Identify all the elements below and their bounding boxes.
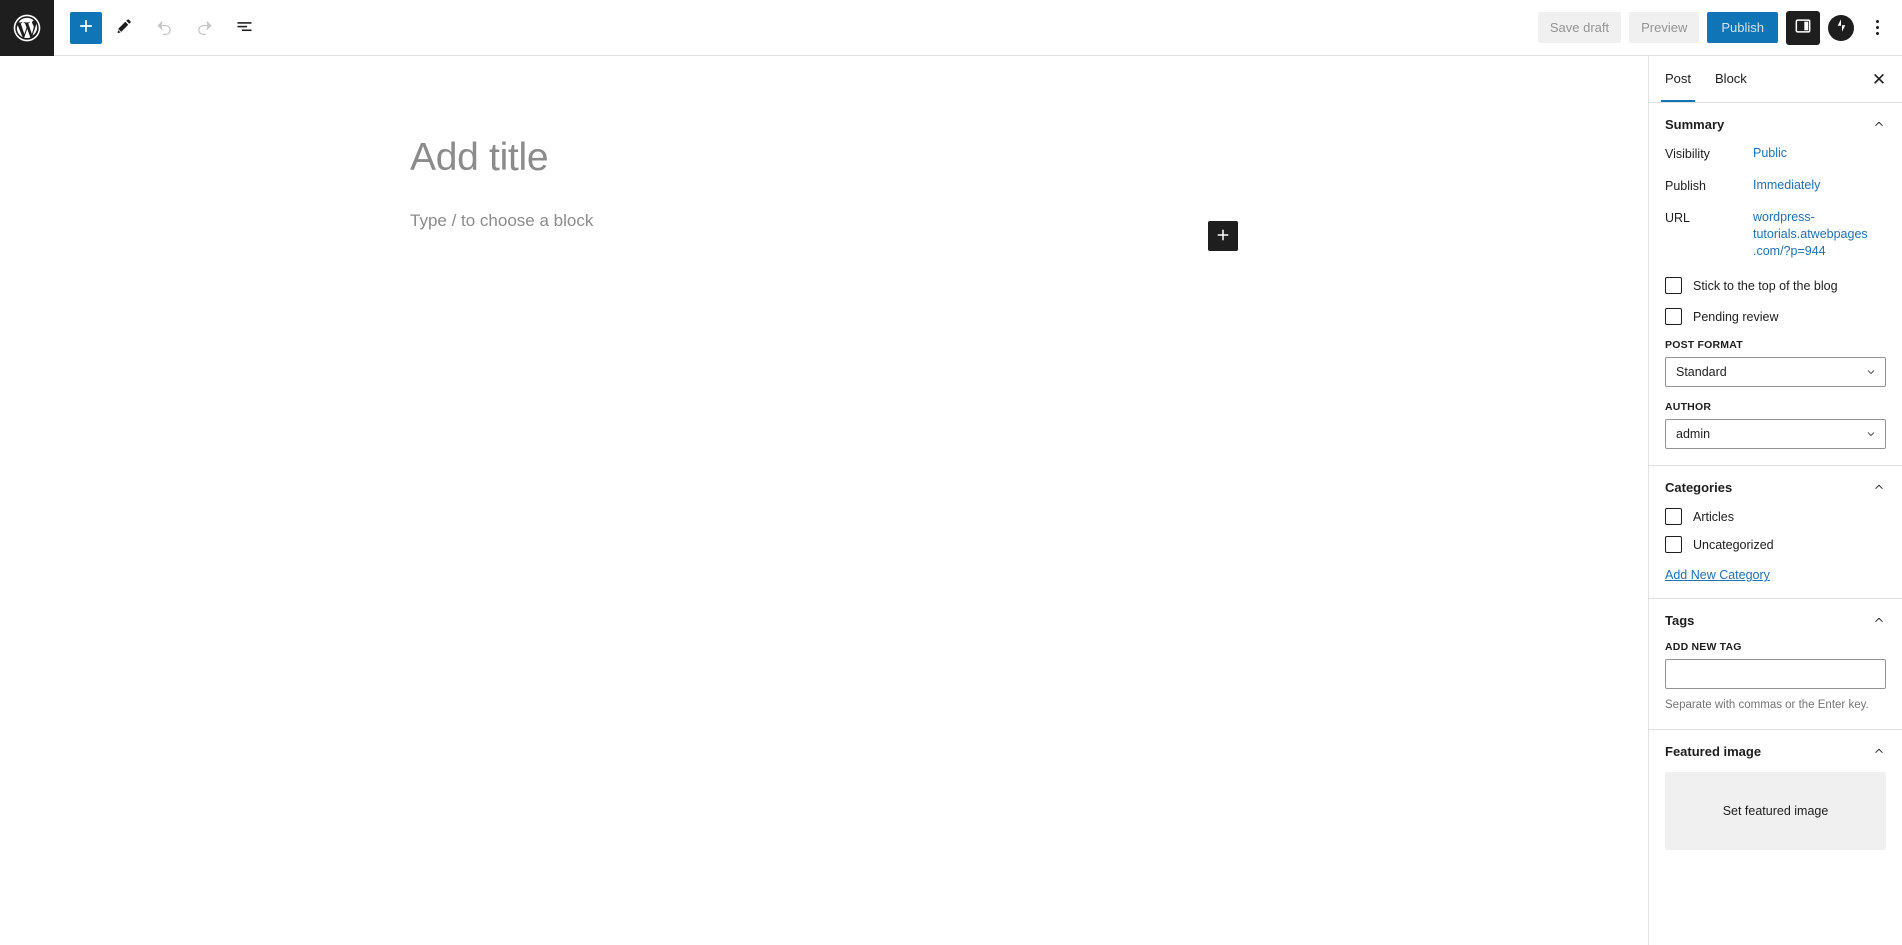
url-label: URL — [1665, 210, 1691, 225]
add-new-category-link[interactable]: Add New Category — [1665, 568, 1770, 582]
wordpress-block-editor: Save draft Preview Publish Add title Typ… — [0, 0, 1902, 945]
categories-panel-title: Categories — [1665, 479, 1733, 495]
tags-help-text: Separate with commas or the Enter key. — [1665, 699, 1869, 712]
summary-row-publish: Publish Immediately — [1665, 177, 1886, 195]
more-options-button[interactable] — [1862, 11, 1892, 45]
tags-panel-title: Tags — [1665, 612, 1695, 628]
category-row-articles: Articles — [1665, 508, 1886, 526]
tab-block[interactable]: Block — [1703, 56, 1759, 102]
tags-panel-header[interactable]: Tags — [1665, 599, 1886, 641]
avatar[interactable] — [1828, 14, 1854, 41]
pencil-icon — [114, 16, 135, 40]
category-checkbox-uncategorized[interactable] — [1665, 536, 1682, 554]
visibility-value-button[interactable]: Public — [1753, 145, 1787, 162]
categories-panel: Categories Articles Uncategorized Add Ne… — [1649, 466, 1902, 600]
add-block-button[interactable] — [70, 11, 102, 44]
settings-sidebar: Post Block ✕ Summary Visibility Public P… — [1648, 56, 1902, 945]
pending-review-row: Pending review — [1665, 308, 1886, 326]
header-right-toolbar: Save draft Preview Publish — [1537, 10, 1902, 45]
post-format-select[interactable]: Standard — [1665, 357, 1886, 388]
add-new-tag-input[interactable] — [1665, 659, 1886, 690]
chevron-up-icon — [1872, 480, 1886, 494]
sticky-post-row: Stick to the top of the blog — [1665, 277, 1886, 295]
close-icon: ✕ — [1871, 69, 1887, 89]
post-format-value: Standard — [1676, 365, 1727, 380]
chevron-up-icon — [1872, 117, 1886, 131]
sidebar-panel-icon — [1793, 16, 1813, 39]
edit-tools-button[interactable] — [106, 10, 142, 46]
sticky-post-label[interactable]: Stick to the top of the blog — [1693, 279, 1838, 293]
editor-canvas[interactable]: Add title Type / to choose a block — [0, 56, 1648, 945]
tags-panel: Tags ADD NEW TAG Separate with commas or… — [1649, 599, 1902, 731]
post-format-label: POST FORMAT — [1665, 339, 1743, 352]
chevron-down-icon — [1865, 428, 1877, 440]
jetpack-logo-icon — [1833, 17, 1850, 39]
author-select[interactable]: admin — [1665, 419, 1886, 450]
visibility-label: Visibility — [1665, 147, 1710, 161]
preview-button[interactable]: Preview — [1629, 12, 1700, 43]
publish-value-button[interactable]: Immediately — [1753, 177, 1820, 194]
wordpress-logo-button[interactable] — [0, 0, 54, 56]
undo-arrow-icon — [154, 16, 175, 40]
pending-review-checkbox[interactable] — [1665, 308, 1682, 326]
summary-row-visibility: Visibility Public — [1665, 145, 1886, 163]
url-value-button[interactable]: wordpress-tutorials.atwebpages.com/?p=94… — [1753, 209, 1871, 260]
category-row-uncategorized: Uncategorized — [1665, 536, 1886, 554]
chevron-down-icon — [1865, 366, 1877, 378]
author-label: AUTHOR — [1665, 401, 1712, 414]
chevron-up-icon — [1872, 744, 1886, 758]
author-value: admin — [1676, 427, 1711, 442]
summary-panel-header[interactable]: Summary — [1665, 103, 1886, 145]
publish-button[interactable]: Publish — [1707, 12, 1778, 43]
post-title-input[interactable]: Add title — [410, 135, 549, 182]
sidebar-tabs: Post Block ✕ — [1649, 56, 1902, 103]
settings-sidebar-toggle-button[interactable] — [1786, 10, 1820, 45]
publish-label: Publish — [1665, 178, 1706, 193]
redo-button[interactable] — [186, 10, 222, 46]
undo-button[interactable] — [146, 10, 182, 46]
list-view-icon — [234, 16, 255, 40]
featured-image-panel-title: Featured image — [1665, 743, 1762, 759]
summary-row-url: URL wordpress-tutorials.atwebpages.com/?… — [1665, 209, 1886, 260]
featured-image-panel-header[interactable]: Featured image — [1665, 730, 1886, 772]
document-overview-button[interactable] — [226, 10, 262, 46]
set-featured-image-button[interactable]: Set featured image — [1665, 772, 1886, 851]
category-checkbox-articles[interactable] — [1665, 508, 1682, 526]
wordpress-logo-icon — [11, 12, 43, 44]
inline-block-inserter-button[interactable] — [1208, 221, 1238, 251]
plus-icon — [1214, 226, 1232, 247]
featured-image-panel: Featured image Set featured image — [1649, 730, 1902, 866]
add-new-tag-label: ADD NEW TAG — [1665, 641, 1742, 654]
sticky-post-checkbox[interactable] — [1665, 277, 1682, 295]
category-label-uncategorized[interactable]: Uncategorized — [1693, 538, 1774, 552]
close-sidebar-button[interactable]: ✕ — [1864, 64, 1894, 94]
redo-arrow-icon — [194, 16, 215, 40]
plus-icon — [76, 16, 96, 39]
header-left-toolbar — [54, 10, 262, 46]
summary-panel: Summary Visibility Public Publish Immedi… — [1649, 103, 1902, 467]
tab-post[interactable]: Post — [1653, 56, 1703, 102]
three-dots-vertical-icon — [1875, 19, 1879, 37]
summary-panel-title: Summary — [1665, 116, 1725, 132]
chevron-up-icon — [1872, 613, 1886, 627]
pending-review-label[interactable]: Pending review — [1693, 310, 1778, 324]
category-label-articles[interactable]: Articles — [1693, 510, 1734, 524]
editor-header: Save draft Preview Publish — [0, 0, 1902, 56]
default-block-appender[interactable]: Type / to choose a block — [410, 208, 593, 234]
save-draft-button[interactable]: Save draft — [1537, 12, 1622, 43]
categories-panel-header[interactable]: Categories — [1665, 466, 1886, 508]
